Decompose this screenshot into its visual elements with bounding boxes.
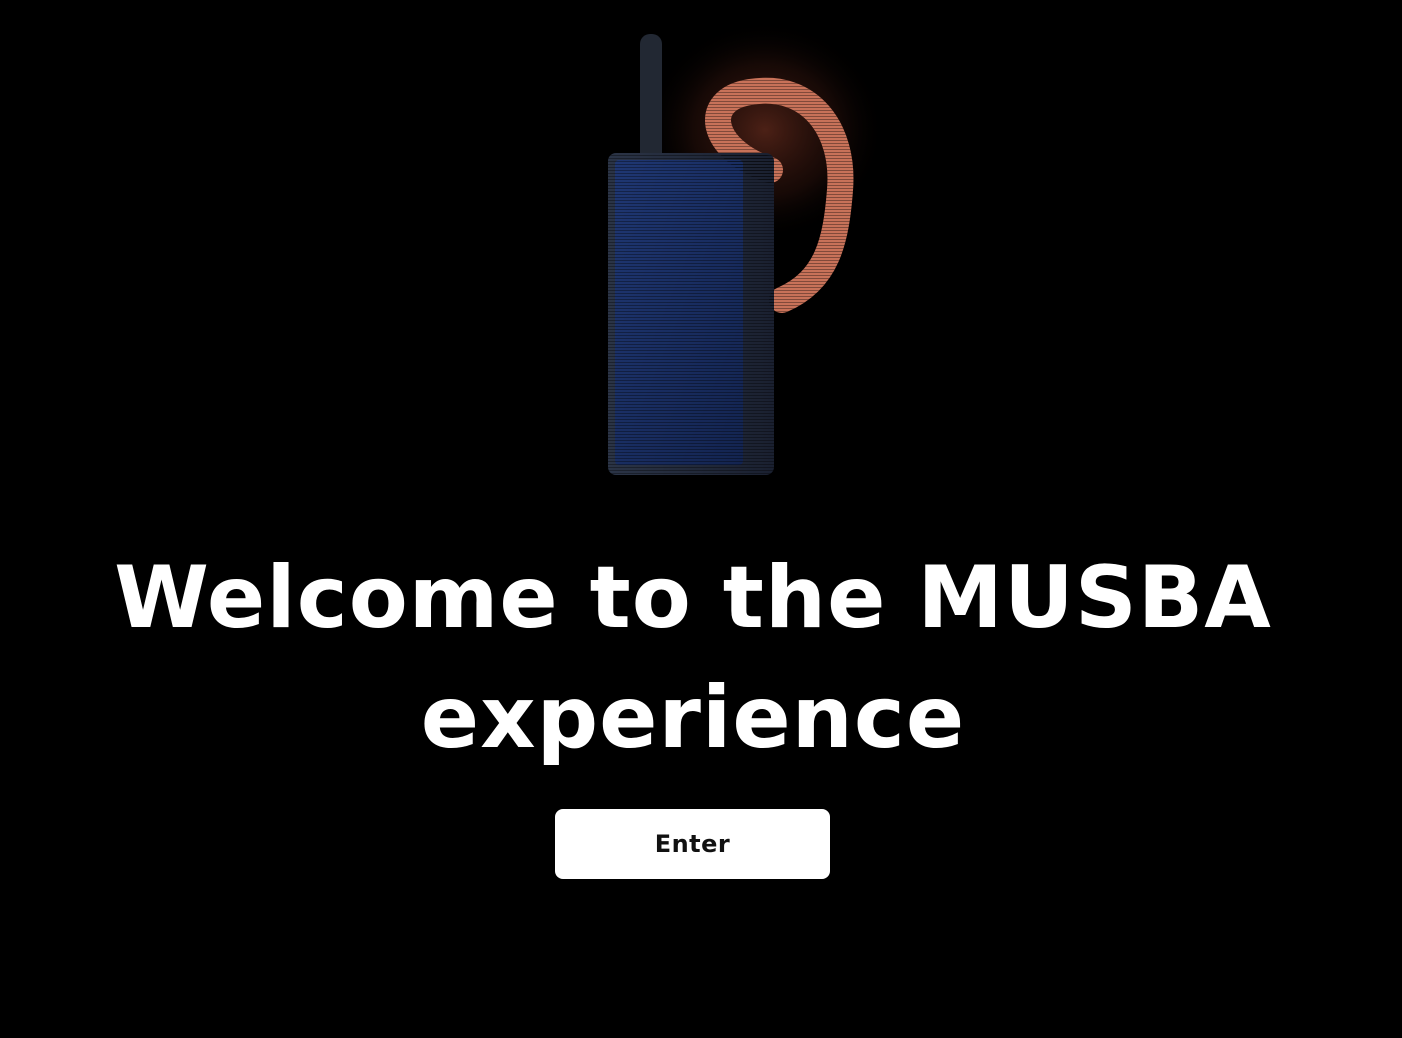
walkie-talkie-with-earpiece-icon: [560, 20, 880, 490]
page-title: Welcome to the MUSBA experience: [114, 548, 1272, 768]
enter-button[interactable]: Enter: [555, 809, 830, 879]
landing-page: Welcome to the MUSBA experience Enter: [0, 0, 1402, 1038]
